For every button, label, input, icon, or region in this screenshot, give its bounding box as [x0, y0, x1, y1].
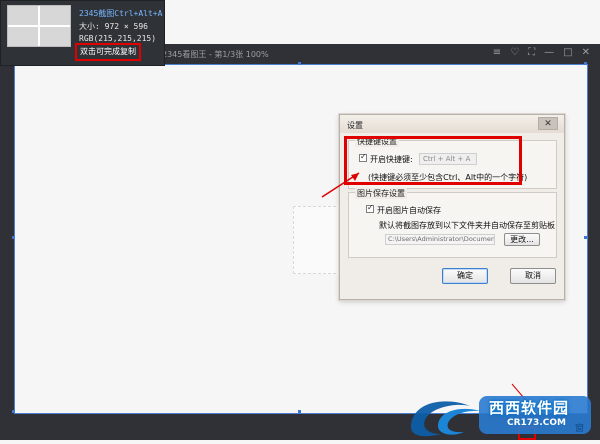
- change-path-button[interactable]: 更改...: [504, 233, 540, 246]
- magnifier-preview: [7, 5, 71, 47]
- dialog-title: 设置: [347, 121, 363, 130]
- save-path-field[interactable]: C:\Users\Administrator\Documents\234: [385, 234, 495, 245]
- maximize-icon[interactable]: □: [563, 47, 572, 58]
- autosave-label: 开启图片自动保存: [377, 206, 441, 215]
- selection-handle[interactable]: [584, 62, 587, 65]
- ok-button[interactable]: 确定: [442, 268, 488, 284]
- selection-handle[interactable]: [12, 236, 15, 239]
- copy-hint: 双击可完成复制: [75, 43, 141, 61]
- minimize-icon[interactable]: —: [544, 47, 554, 58]
- fullscreen-icon[interactable]: ⛶: [528, 47, 535, 58]
- crosshair-horizontal: [8, 25, 70, 27]
- pixel-rgb: RGB(215,215,215): [79, 34, 157, 43]
- site-watermark: 西西软件园 CR173.COM 窗: [403, 390, 600, 440]
- autosave-checkbox[interactable]: [366, 203, 374, 213]
- close-icon[interactable]: ✕: [582, 47, 590, 58]
- magnifier-tooltip: 2345截图Ctrl+Alt+A 大小: 972 × 596 RGB(215,2…: [0, 0, 165, 66]
- selection-handle[interactable]: [12, 410, 15, 413]
- watermark-text: 西西软件园: [489, 399, 570, 417]
- selection-handle[interactable]: [298, 62, 301, 65]
- favorite-icon[interactable]: ♡: [510, 47, 519, 58]
- hotkey-highlight-box: [344, 136, 522, 185]
- selection-size: 大小: 972 × 596: [79, 22, 148, 31]
- save-group-title: 图片保存设置: [355, 188, 407, 199]
- menu-icon[interactable]: ≡: [493, 47, 501, 58]
- cancel-button[interactable]: 取消: [510, 268, 556, 284]
- magnifier-title: 2345截图Ctrl+Alt+A: [79, 9, 163, 18]
- selection-handle[interactable]: [298, 410, 301, 413]
- watermark-extra: 窗: [575, 424, 585, 434]
- dialog-titlebar: 设置 ✕: [340, 115, 564, 133]
- image-save-settings-group: 图片保存设置 开启图片自动保存 默认将截图存放到以下文件夹并自动保存至剪贴板 C…: [348, 188, 557, 258]
- viewer-title: 2345看图王 - 第1/3张 100%: [162, 50, 269, 59]
- selection-handle[interactable]: [584, 236, 587, 239]
- watermark-domain: CR173.COM: [507, 418, 566, 428]
- viewer-window-controls: ≡ ♡ ⛶ — □ ✕: [493, 47, 590, 58]
- close-button[interactable]: ✕: [538, 117, 558, 130]
- autosave-note: 默认将截图存放到以下文件夹并自动保存至剪贴板: [379, 221, 555, 230]
